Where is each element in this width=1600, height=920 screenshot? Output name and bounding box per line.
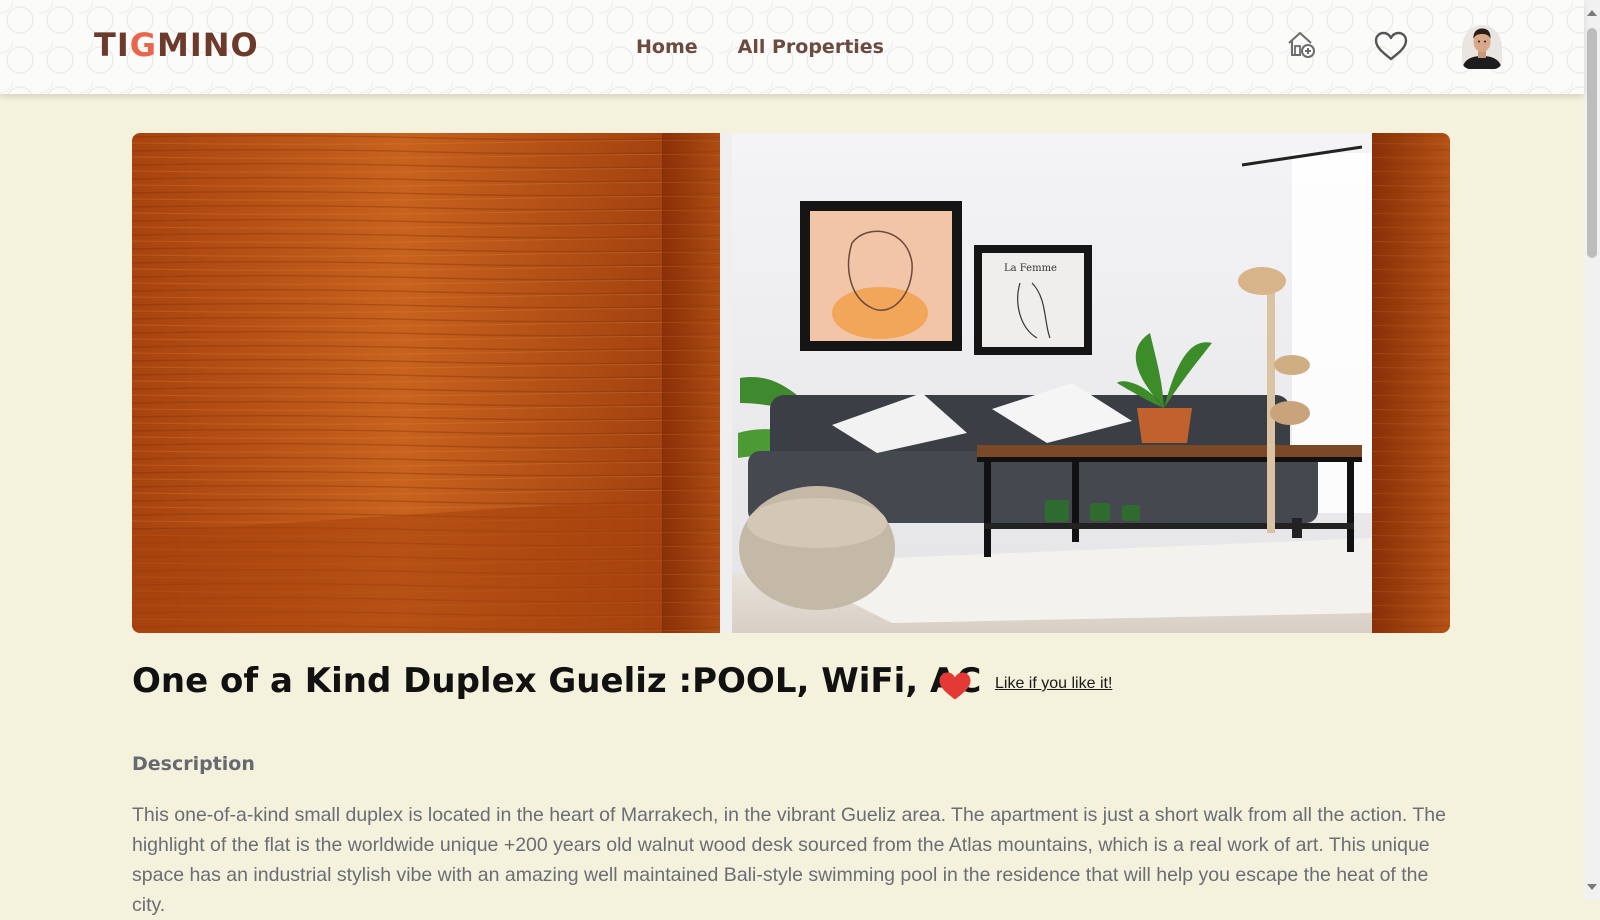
like-link[interactable]: Like if you like it!: [995, 675, 1112, 693]
description-heading: Description: [132, 753, 255, 775]
home-plus-icon[interactable]: [1286, 30, 1316, 58]
site-logo[interactable]: TIGMINO: [94, 26, 259, 64]
logo-text-accent: G: [129, 26, 157, 64]
svg-text:La Femme: La Femme: [1004, 263, 1057, 274]
scroll-down-arrow-icon[interactable]: [1587, 884, 1597, 890]
nav-all-properties-link[interactable]: All Properties: [738, 36, 884, 58]
heart-filled-icon[interactable]: [938, 671, 972, 701]
description-text: This one-of-a-kind small duplex is locat…: [132, 804, 1446, 916]
scrollbar-thumb[interactable]: [1587, 28, 1597, 258]
heart-outline-icon[interactable]: [1374, 31, 1408, 61]
nav-home-link[interactable]: Home: [636, 36, 698, 58]
main-nav: Home All Properties: [636, 36, 884, 58]
scroll-up-arrow-icon[interactable]: [1587, 10, 1597, 16]
user-avatar[interactable]: [1462, 25, 1502, 69]
logo-text-end: MINO: [157, 26, 259, 64]
living-room-photo: La Femme: [132, 133, 1450, 633]
property-main-photo[interactable]: La Femme: [132, 133, 1450, 633]
site-header: TIGMINO Home All Properties: [0, 0, 1584, 94]
page-scrollbar[interactable]: [1584, 0, 1600, 900]
property-title: One of a Kind Duplex Gueliz :POOL, WiFi,…: [132, 661, 982, 701]
logo-text-start: TI: [94, 26, 130, 64]
